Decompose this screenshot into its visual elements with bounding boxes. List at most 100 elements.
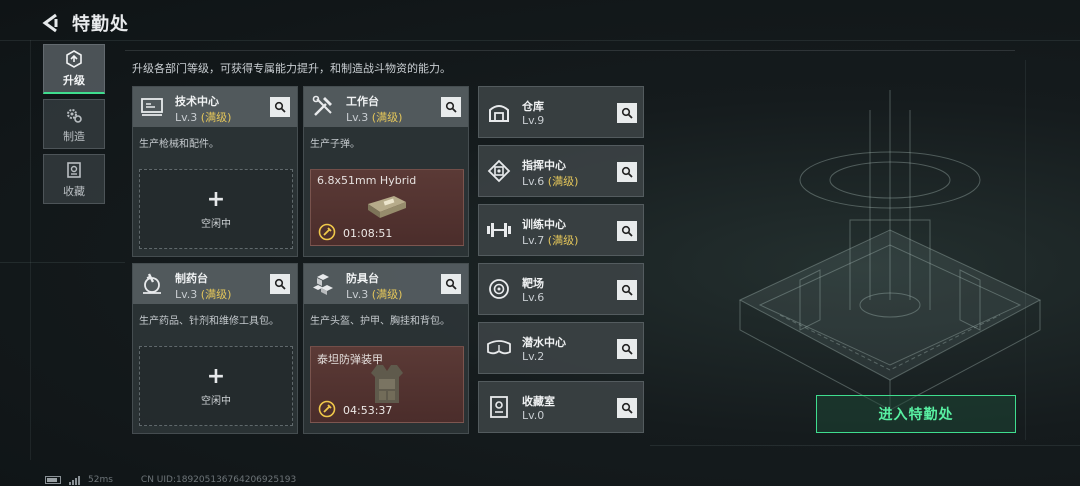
dumbbell-icon — [482, 208, 516, 252]
search-button[interactable] — [617, 398, 637, 418]
card-name: 仓库 — [522, 100, 544, 113]
page-title: 特勤处 — [72, 14, 129, 35]
dept-card-collection-room[interactable]: 收藏室 Lv.0 — [478, 381, 644, 433]
back-arrow-icon[interactable] — [40, 12, 62, 34]
craft-item-name: 6.8x51mm Hybrid — [317, 174, 417, 187]
magnifier-icon — [445, 278, 457, 290]
dept-card-warehouse[interactable]: 仓库 Lv.9 — [478, 86, 644, 138]
card-description: 生产药品、针剂和维修工具包。 — [139, 316, 279, 327]
card-name: 潜水中心 — [522, 336, 566, 349]
nav-item-manufacture[interactable]: 制造 — [43, 99, 105, 149]
card-name: 靶场 — [522, 277, 544, 290]
dept-card-workbench[interactable]: 工作台 Lv.3 (满级) 生产子弹。 6.8x51mm Hybrid 01:0… — [303, 86, 469, 257]
craft-timer: 01:08:51 — [343, 227, 393, 240]
crafting-slot[interactable]: 6.8x51mm Hybrid 01:08:51 — [310, 169, 464, 246]
hammer-wrench-icon — [310, 94, 336, 120]
gear-icon — [64, 105, 84, 125]
magnifier-icon — [274, 101, 286, 113]
card-level: Lv.6 (满级) — [522, 175, 579, 188]
plus-icon: + — [206, 186, 226, 212]
maxed-badge: (满级) — [371, 288, 403, 301]
cubes-icon — [310, 271, 336, 297]
dept-card-diving-center[interactable]: 潜水中心 Lv.2 — [478, 322, 644, 374]
microscope-icon — [139, 271, 165, 297]
dept-card-armor[interactable]: 防具台 Lv.3 (满级) 生产头盔、护甲、胸挂和背包。 泰坦防弹装甲 04:5… — [303, 263, 469, 434]
card-level: Lv.7 (满级) — [522, 234, 579, 247]
nav-item-upgrade[interactable]: 升级 — [43, 44, 105, 94]
nav-label: 升级 — [63, 74, 85, 87]
search-button[interactable] — [441, 97, 461, 117]
ammo-box-icon — [364, 192, 410, 224]
card-name: 指挥中心 — [522, 159, 566, 172]
search-button[interactable] — [270, 274, 290, 294]
idle-slot[interactable]: + 空闲中 — [139, 169, 293, 249]
command-center-icon — [482, 149, 516, 193]
side-nav: 升级 制造 收藏 — [43, 44, 105, 209]
collection-icon — [64, 160, 84, 180]
card-name: 收藏室 — [522, 395, 555, 408]
search-button[interactable] — [270, 97, 290, 117]
card-name: 训练中心 — [522, 218, 566, 231]
tech-center-icon — [139, 94, 165, 120]
card-header: 制药台 Lv.3 (满级) — [133, 264, 297, 304]
search-button[interactable] — [617, 339, 637, 359]
idle-slot[interactable]: + 空闲中 — [139, 346, 293, 426]
idle-label: 空闲中 — [201, 395, 231, 407]
search-button[interactable] — [617, 280, 637, 300]
search-button[interactable] — [441, 274, 461, 294]
plus-icon: + — [206, 363, 226, 389]
battery-icon — [45, 476, 61, 484]
card-description: 生产子弹。 — [310, 139, 360, 150]
card-level: Lv.3 (满级) — [346, 288, 403, 301]
card-level: Lv.2 — [522, 350, 545, 363]
maxed-badge: (满级) — [200, 288, 232, 301]
signal-icon — [69, 475, 80, 485]
header: 特勤处 — [40, 8, 129, 38]
dept-card-command-center[interactable]: 指挥中心 Lv.6 (满级) — [478, 145, 644, 197]
status-bar: 52ms CN UID:18920513676420692519​3 — [45, 474, 296, 486]
nav-label: 制造 — [63, 129, 85, 143]
search-button[interactable] — [617, 103, 637, 123]
nav-item-collection[interactable]: 收藏 — [43, 154, 105, 204]
dept-card-training-center[interactable]: 训练中心 Lv.7 (满级) — [478, 204, 644, 256]
diving-mask-icon — [482, 326, 516, 370]
card-name: 防具台 — [346, 272, 379, 285]
card-name: 制药台 — [175, 272, 208, 285]
card-header: 防具台 Lv.3 (满级) — [304, 264, 468, 304]
card-level: Lv.3 (满级) — [175, 111, 232, 124]
maxed-badge: (满级) — [200, 111, 232, 124]
card-level: Lv.3 (满级) — [346, 111, 403, 124]
search-button[interactable] — [617, 221, 637, 241]
warehouse-icon — [482, 90, 516, 134]
card-description: 生产枪械和配件。 — [139, 139, 219, 150]
magnifier-icon — [445, 101, 457, 113]
divider — [125, 50, 1015, 51]
card-level: Lv.3 (满级) — [175, 288, 232, 301]
card-header: 技术中心 Lv.3 (满级) — [133, 87, 297, 127]
page-description: 升级各部门等级，可获得专属能力提升，和制造战斗物资的能力。 — [132, 62, 451, 75]
facility-hologram — [700, 70, 1080, 450]
enter-special-ops-button[interactable]: 进入特勤处 — [816, 395, 1016, 433]
card-level: Lv.9 — [522, 114, 545, 127]
timer-wrench-icon — [318, 400, 336, 418]
ping-value: 52ms — [88, 475, 113, 485]
uid-text: CN UID:18920513676420692519​3 — [140, 475, 297, 485]
body-armor-icon — [369, 363, 405, 409]
magnifier-icon — [274, 278, 286, 290]
timer-wrench-icon — [318, 223, 336, 241]
nav-label: 收藏 — [63, 184, 85, 198]
card-description: 生产头盔、护甲、胸挂和背包。 — [310, 316, 450, 327]
idle-label: 空闲中 — [201, 218, 231, 230]
target-icon — [482, 267, 516, 311]
card-level: Lv.6 — [522, 291, 545, 304]
card-name: 工作台 — [346, 95, 379, 108]
crafting-slot[interactable]: 泰坦防弹装甲 04:53:37 — [310, 346, 464, 423]
card-level: Lv.0 — [522, 409, 545, 422]
dept-card-tech-center[interactable]: 技术中心 Lv.3 (满级) 生产枪械和配件。 + 空闲中 — [132, 86, 298, 257]
collection-room-icon — [482, 385, 516, 429]
card-header: 工作台 Lv.3 (满级) — [304, 87, 468, 127]
dept-card-pharmacy[interactable]: 制药台 Lv.3 (满级) 生产药品、针剂和维修工具包。 + 空闲中 — [132, 263, 298, 434]
search-button[interactable] — [617, 162, 637, 182]
dept-card-shooting-range[interactable]: 靶场 Lv.6 — [478, 263, 644, 315]
craft-timer: 04:53:37 — [343, 404, 393, 417]
